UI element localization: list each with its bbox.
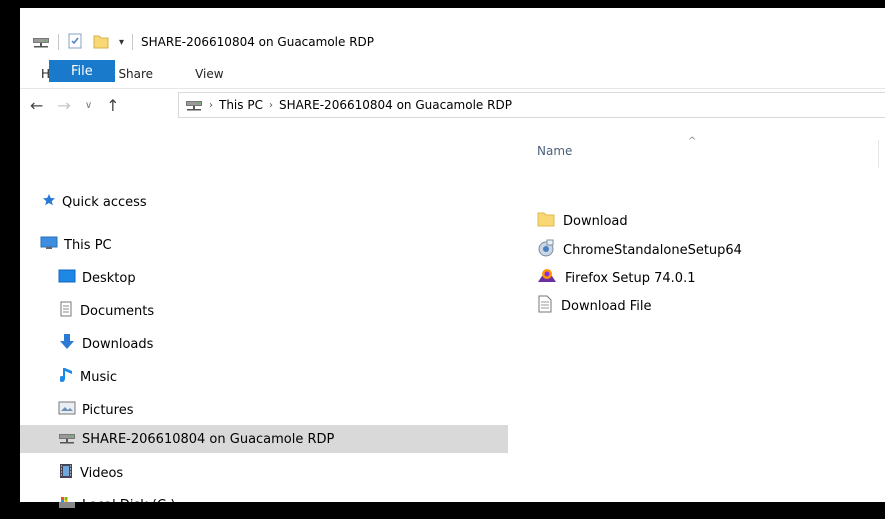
file-row[interactable]: ChromeStandaloneSetup64: [537, 239, 742, 261]
network-drive-icon: [58, 430, 76, 448]
pictures-icon: [58, 401, 76, 419]
desktop-icon: [58, 269, 76, 287]
nav-item-local-disk[interactable]: Local Disk (C:): [20, 491, 508, 519]
tab-view[interactable]: View: [174, 60, 244, 88]
window-title: SHARE-206610804 on Guacamole RDP: [141, 35, 375, 49]
firefox-setup-icon: [537, 268, 557, 288]
file-row[interactable]: Download: [537, 210, 628, 232]
address-bar[interactable]: › This PC › SHARE-206610804 on Guacamole…: [178, 92, 885, 118]
nav-item-videos[interactable]: Videos: [20, 459, 508, 487]
file-row[interactable]: Download File: [537, 295, 652, 317]
address-row: ← → ∨ ↑ › This PC › SHARE-206610804 on G…: [20, 88, 885, 122]
local-disk-icon: [58, 496, 76, 514]
quick-access-toolbar: ▾: [20, 33, 141, 52]
toolbar-separator: [58, 34, 59, 50]
nav-item-desktop[interactable]: Desktop: [20, 264, 508, 292]
network-drive-icon: [185, 97, 203, 114]
chevron-right-icon[interactable]: ›: [269, 100, 273, 111]
file-list-pane: ^ Name Download ChromeStandaloneSetup64 …: [508, 122, 885, 502]
nav-item-quick-access[interactable]: Quick access: [20, 188, 508, 216]
navigation-pane: Quick access This PC Desktop Documents D…: [20, 122, 508, 513]
recent-locations-icon[interactable]: ∨: [85, 100, 92, 111]
tab-file[interactable]: File: [49, 60, 115, 82]
customize-toolbar-dropdown-icon[interactable]: ▾: [119, 37, 124, 48]
title-separator: [132, 34, 134, 50]
properties-icon[interactable]: [67, 33, 83, 52]
back-arrow-icon[interactable]: ←: [30, 96, 43, 115]
music-note-icon: [59, 366, 74, 388]
documents-icon: [58, 301, 74, 321]
folder-icon: [537, 211, 555, 231]
text-file-icon: [537, 295, 553, 317]
nav-item-downloads[interactable]: Downloads: [20, 330, 508, 358]
nav-item-pictures[interactable]: Pictures: [20, 396, 508, 424]
nav-item-this-pc[interactable]: This PC: [20, 231, 508, 259]
explorer-content: ▾ SHARE-206610804 on Guacamole RDP File …: [20, 24, 885, 513]
title-bar: ▾ SHARE-206610804 on Guacamole RDP: [20, 24, 885, 60]
computer-icon: [40, 236, 58, 254]
column-header-name[interactable]: Name: [537, 144, 572, 158]
network-drive-icon: [32, 34, 50, 51]
videos-icon: [58, 463, 74, 483]
forward-arrow-icon[interactable]: →: [57, 96, 70, 115]
ribbon-tabs: File Home Share View: [20, 60, 885, 89]
up-arrow-icon[interactable]: ↑: [106, 96, 119, 115]
screen-edge: [0, 8, 20, 502]
file-row[interactable]: Firefox Setup 74.0.1: [537, 267, 695, 289]
breadcrumb-share[interactable]: SHARE-206610804 on Guacamole RDP: [279, 98, 512, 112]
breadcrumb-this-pc[interactable]: This PC: [219, 98, 263, 112]
installer-icon: [537, 239, 555, 261]
new-folder-icon[interactable]: [93, 33, 109, 52]
chevron-right-icon[interactable]: ›: [209, 100, 213, 111]
nav-item-documents[interactable]: Documents: [20, 297, 508, 325]
download-arrow-icon: [58, 333, 76, 355]
nav-buttons: ← → ∨ ↑: [30, 96, 134, 115]
column-separator[interactable]: [878, 140, 879, 168]
nav-item-music[interactable]: Music: [20, 363, 508, 391]
sort-ascending-icon: ^: [688, 136, 697, 147]
star-icon: [42, 193, 56, 211]
nav-item-share-drive[interactable]: SHARE-206610804 on Guacamole RDP: [20, 425, 508, 453]
